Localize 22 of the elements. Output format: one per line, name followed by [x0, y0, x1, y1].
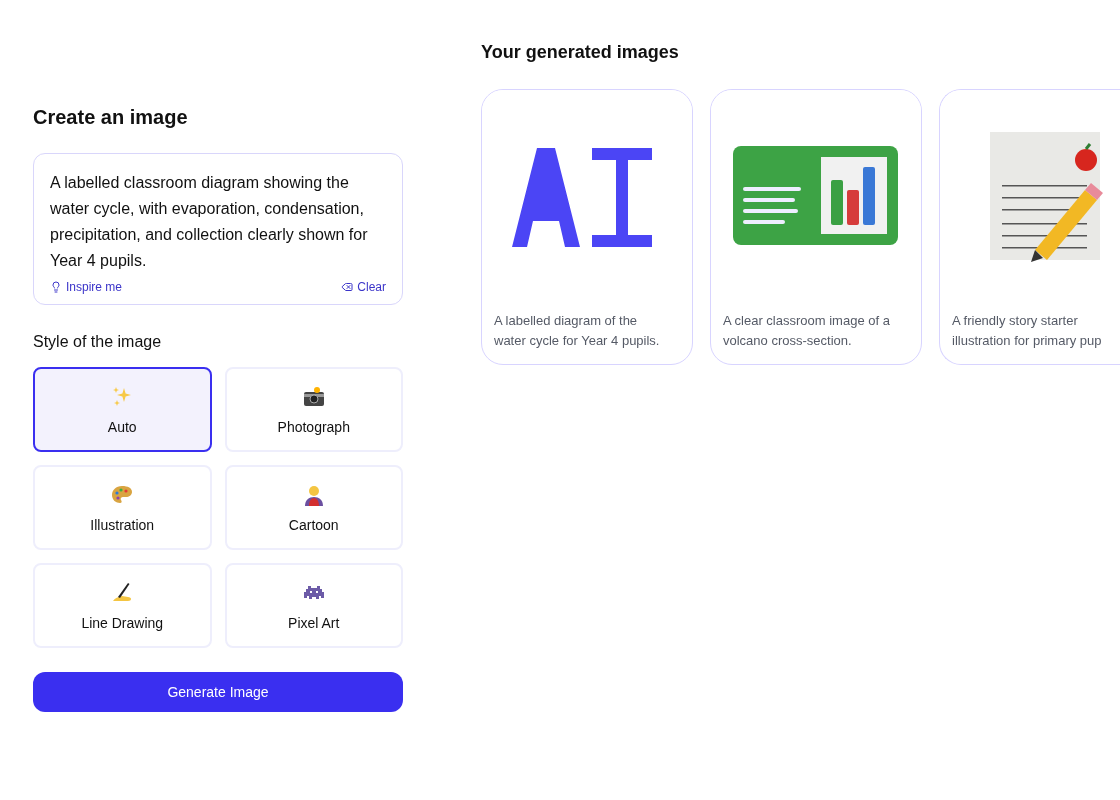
image-card[interactable]: A friendly story starter illustration for primary pup [939, 89, 1120, 365]
image-caption: A friendly story starter illustration for primary pup [951, 312, 1103, 350]
image-card[interactable]: A clear classroom image of a volcano cross-section. [710, 89, 922, 365]
inspire-me-link[interactable]: Inspire me [50, 280, 123, 294]
panel-title: Create an image [33, 106, 189, 129]
style-option[interactable]: Auto [33, 367, 212, 452]
prompt-field[interactable]: A labelled classroom diagram showing the water cycle, with evaporation, condensation, precipitation, and collection clearly shown for Year 4 pupils. Inspire me Clear [33, 153, 403, 305]
backspace-icon [341, 281, 354, 293]
image-caption: A clear classroom image of a volcano cross-section. [722, 312, 891, 350]
gallery-title: Your generated images [481, 42, 680, 63]
clear-link[interactable]: Clear [341, 280, 386, 294]
generate-button[interactable]: Generate Image [33, 672, 403, 712]
style-option[interactable]: Line Drawing [33, 563, 212, 648]
image-caption: A labelled diagram of the water cycle for Year 4 pupils. [493, 312, 661, 350]
style-option[interactable]: Illustration [33, 465, 212, 550]
style-option[interactable]: Photograph [224, 367, 403, 452]
lightbulb-icon [50, 281, 62, 293]
section-title: Style of the image [33, 333, 163, 351]
style-option[interactable]: Pixel Art [224, 563, 403, 648]
style-option[interactable]: Cartoon [224, 465, 403, 550]
camera-icon [301, 384, 326, 409]
image-card[interactable]: A labelled diagram of the water cycle for Year 4 pupils. [481, 89, 693, 365]
